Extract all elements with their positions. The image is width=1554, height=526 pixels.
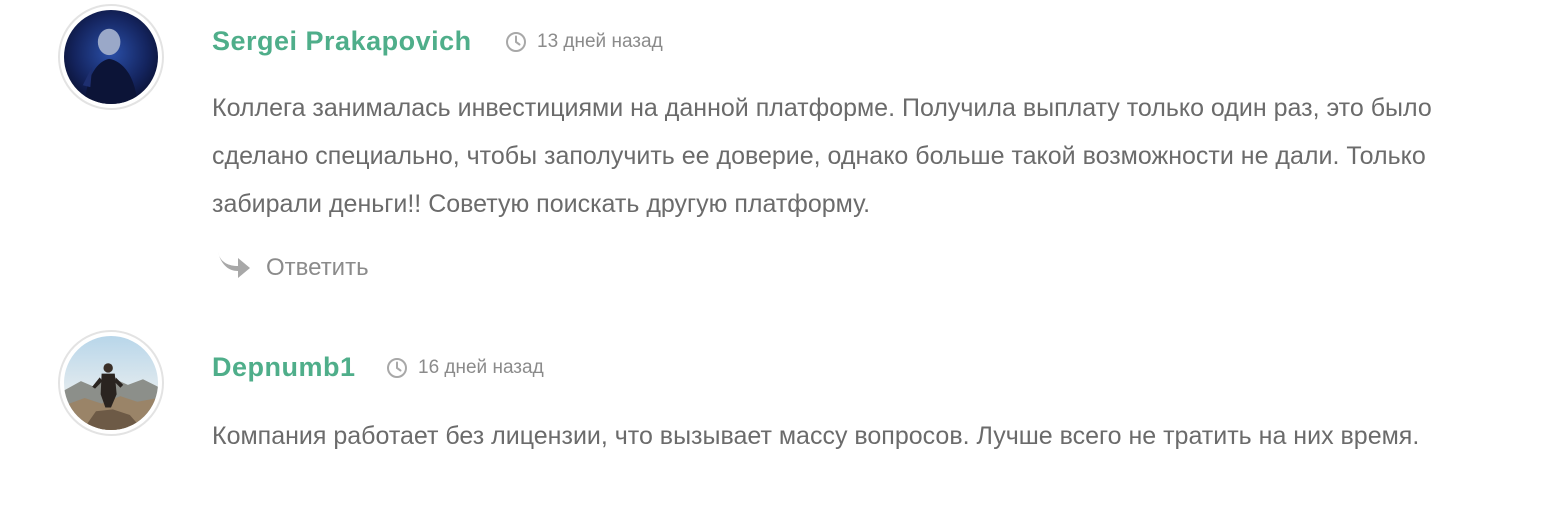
comment-text: Компания работает без лицензии, что вызы…	[212, 422, 1420, 450]
reply-arrow-icon	[216, 248, 252, 287]
comment-text: Коллега занималась инвестициями на данно…	[212, 94, 1432, 218]
timestamp-text: 16 дней назад	[418, 357, 544, 378]
timestamp-text: 13 дней назад	[537, 31, 663, 52]
avatar[interactable]	[58, 4, 164, 110]
reply-button[interactable]: Ответить	[216, 248, 369, 287]
reply-label: Ответить	[266, 253, 369, 281]
avatar[interactable]	[58, 330, 164, 436]
clock-icon	[505, 31, 527, 53]
comment-timestamp: 13 дней назад	[505, 31, 663, 53]
comment-author[interactable]: Sergei Prakapovich	[212, 26, 472, 57]
clock-icon	[386, 357, 408, 379]
comment-timestamp: 16 дней назад	[386, 357, 544, 379]
comment-author[interactable]: Depnumb1	[212, 352, 356, 383]
